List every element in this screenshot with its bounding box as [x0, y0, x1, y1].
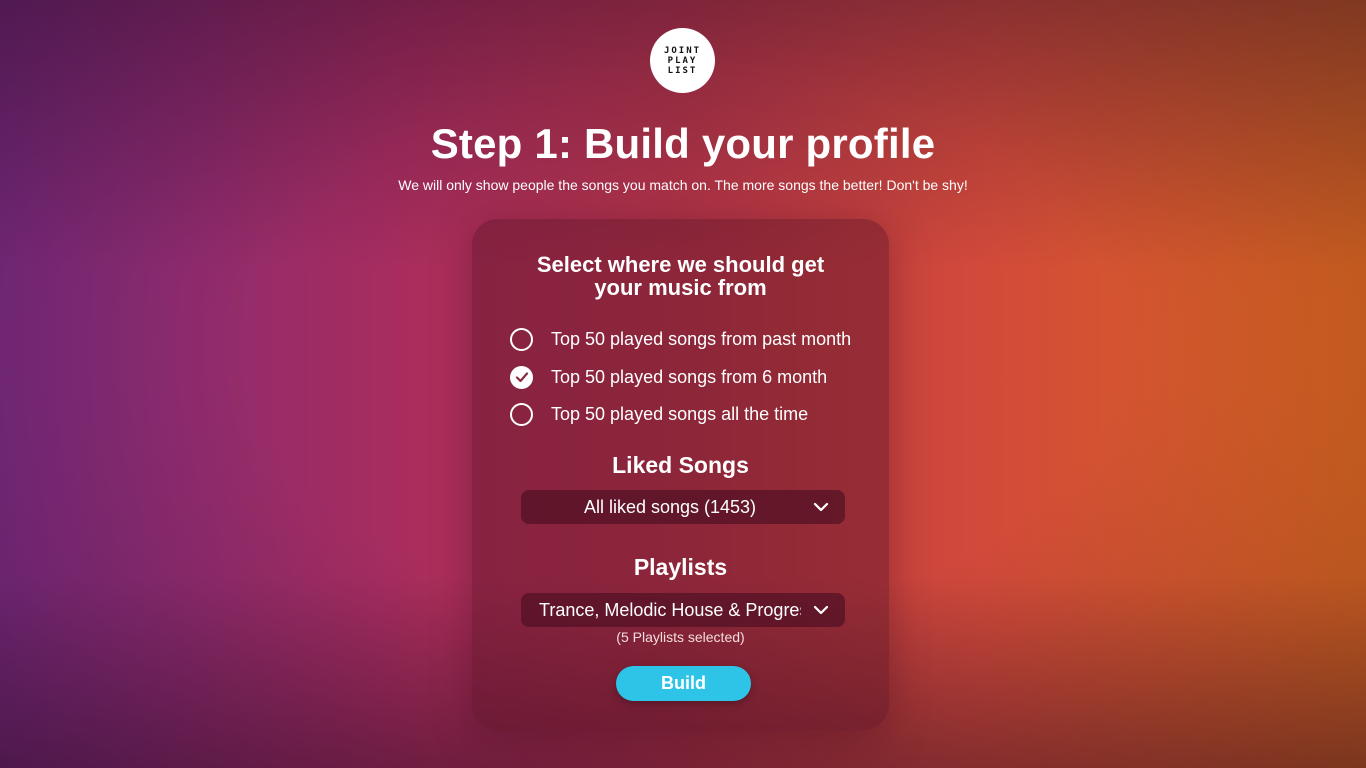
liked-songs-selected: All liked songs (1453) — [583, 497, 757, 517]
playlists-selected: Trance, Melodic House & Progressive — [539, 600, 801, 620]
chevron-down-icon — [813, 502, 829, 512]
playlists-selected-count: (5 Playlists selected) — [616, 629, 745, 645]
logo-line-2: PLAY — [667, 55, 698, 66]
radio-button[interactable] — [510, 327, 533, 351]
profile-source-card: Select where we should get your music fr… — [472, 219, 889, 730]
option-label: Top 50 played songs all the time — [551, 403, 809, 424]
option-top50-6-month[interactable]: Top 50 played songs from 6 month — [510, 364, 870, 390]
option-top50-all-time[interactable]: Top 50 played songs all the time — [510, 401, 870, 427]
build-button[interactable]: Build — [616, 666, 751, 701]
joint-playlist-logo[interactable]: JOINT PLAY LIST — [650, 28, 715, 93]
card-heading: Select where we should get your music fr… — [472, 253, 889, 299]
logo-line-3: LIST — [667, 65, 698, 76]
playlists-dropdown[interactable]: Trance, Melodic House & Progressive — [521, 593, 845, 627]
card-heading-line-2: your music from — [594, 275, 767, 300]
chevron-down-icon — [813, 605, 829, 615]
page-subtitle: We will only show people the songs you m… — [398, 177, 968, 193]
page-title: Step 1: Build your profile — [430, 120, 936, 167]
liked-songs-title: Liked Songs — [612, 452, 749, 478]
radio-button[interactable] — [510, 402, 533, 426]
logo-line-1: JOINT — [663, 45, 702, 56]
check-icon — [515, 372, 528, 383]
option-top50-past-month[interactable]: Top 50 played songs from past month — [510, 326, 870, 352]
card-heading-line-1: Select where we should get — [536, 252, 825, 277]
option-label: Top 50 played songs from past month — [551, 328, 852, 349]
playlists-title: Playlists — [633, 554, 728, 580]
liked-songs-dropdown[interactable]: All liked songs (1453) — [521, 490, 845, 524]
option-label: Top 50 played songs from 6 month — [551, 366, 828, 387]
radio-button-checked[interactable] — [510, 365, 533, 389]
